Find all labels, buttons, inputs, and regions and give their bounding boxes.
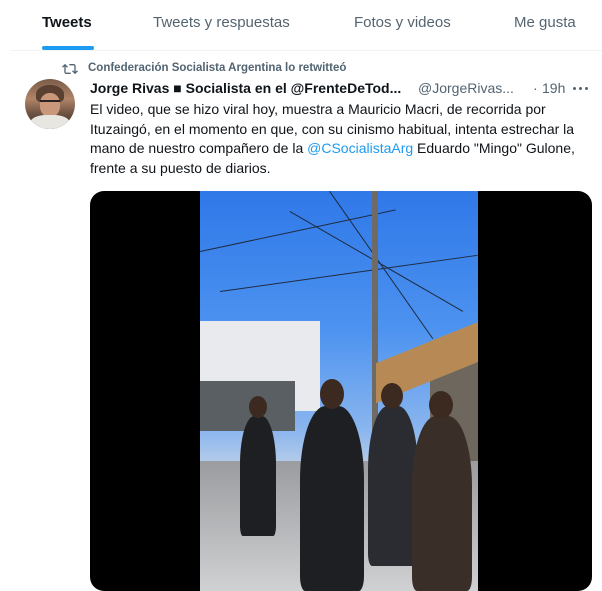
tweet-video[interactable] <box>90 191 592 591</box>
tweet-header: Jorge Rivas ■ Socialista en el @FrenteDe… <box>90 80 595 98</box>
tab-media[interactable]: Fotos y videos <box>354 14 451 31</box>
retweet-icon <box>62 63 78 75</box>
tab-likes[interactable]: Me gusta <box>514 14 576 31</box>
tweet-timestamp[interactable]: 19h <box>542 80 565 96</box>
tweet-text: El video, que se hizo viral hoy, muestra… <box>90 100 595 178</box>
author-name[interactable]: Jorge Rivas ■ Socialista en el @FrenteDe… <box>90 80 401 96</box>
author-handle[interactable]: @JorgeRivas... <box>418 80 514 96</box>
mention-link[interactable]: @CSocialistaArg <box>307 140 413 156</box>
avatar[interactable] <box>25 79 75 129</box>
profile-tabs: Tweets Tweets y respuestas Fotos y video… <box>0 0 602 50</box>
retweet-text: Confederación Socialista Argentina lo re… <box>88 62 347 74</box>
tab-tweets[interactable]: Tweets <box>42 14 92 31</box>
tabs-divider <box>10 50 602 51</box>
header-separator: · <box>533 80 538 96</box>
tab-tweets-and-replies[interactable]: Tweets y respuestas <box>153 14 290 31</box>
retweet-context: Confederación Socialista Argentina lo re… <box>62 60 346 76</box>
more-options-icon[interactable] <box>571 78 591 98</box>
video-frame[interactable] <box>200 191 478 591</box>
